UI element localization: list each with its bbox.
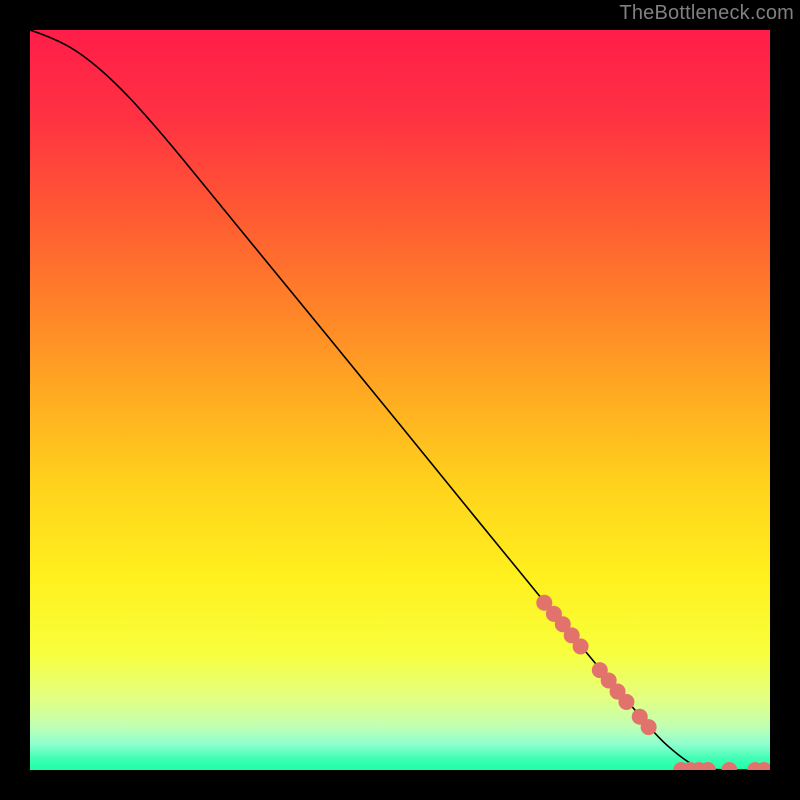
highlight-marker — [573, 638, 589, 654]
highlight-marker — [641, 719, 657, 735]
gradient-background — [30, 30, 770, 770]
attribution-text: TheBottleneck.com — [619, 2, 794, 25]
chart-svg — [30, 30, 770, 770]
chart-frame: TheBottleneck.com — [0, 0, 800, 800]
highlight-marker — [618, 694, 634, 710]
plot-area — [30, 30, 770, 770]
